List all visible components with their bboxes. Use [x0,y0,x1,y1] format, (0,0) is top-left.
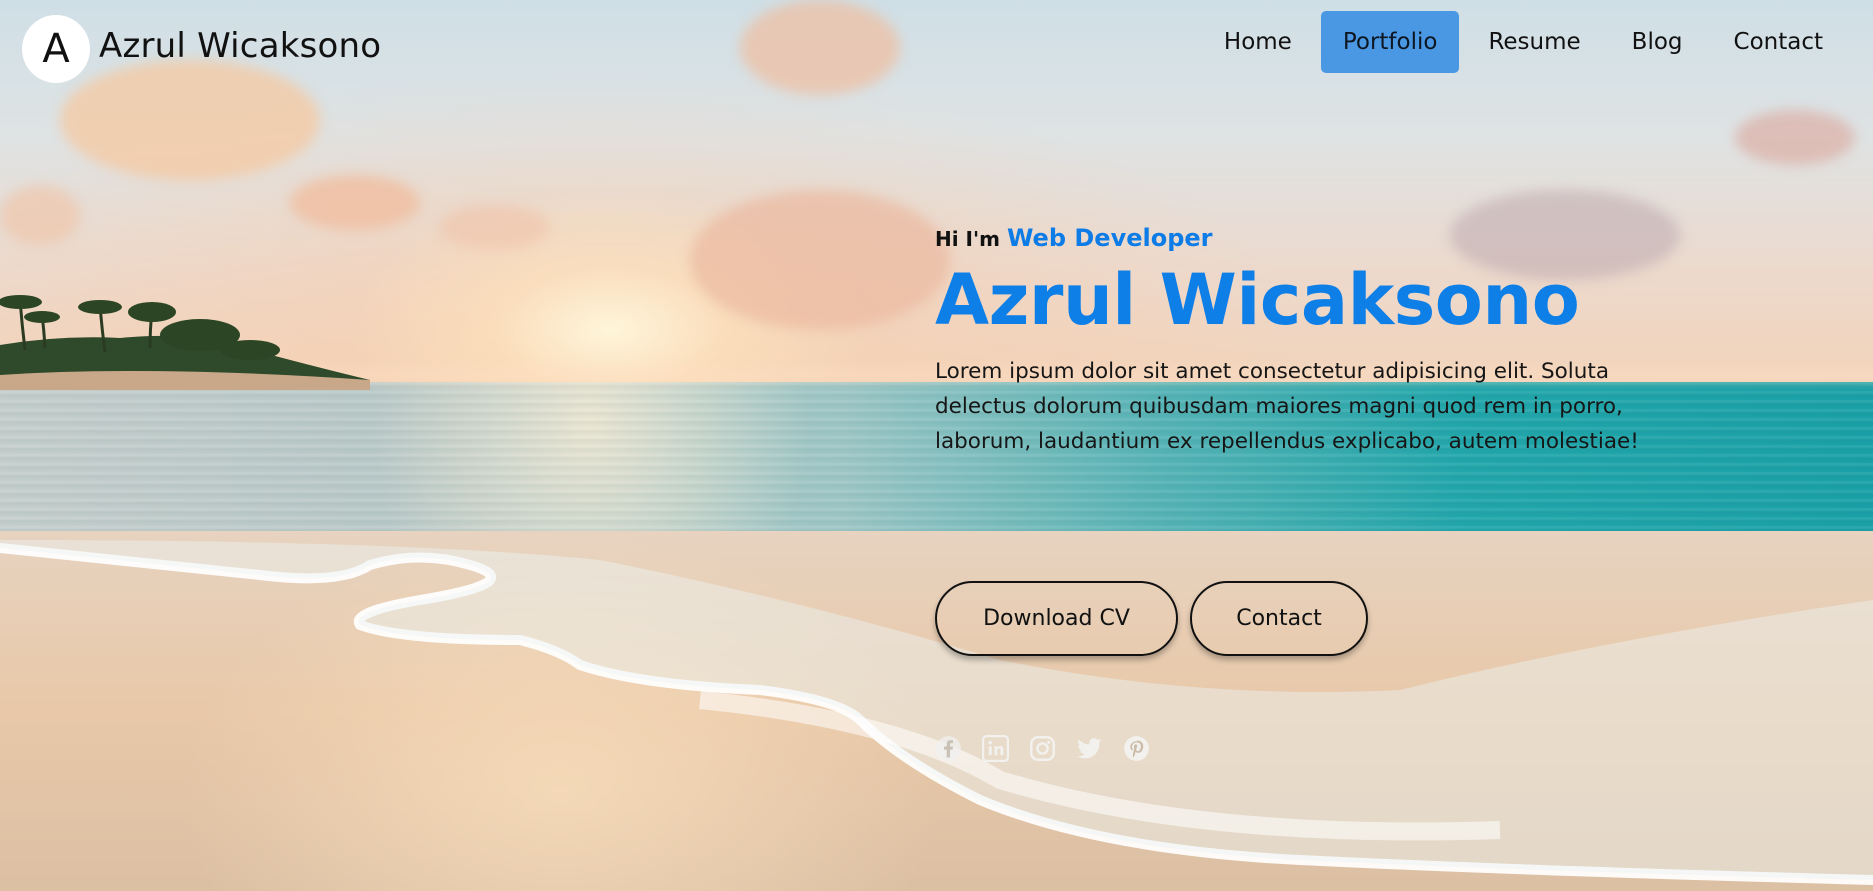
twitter-icon[interactable] [1076,735,1103,762]
top-navbar: A Azrul Wicaksono Home Portfolio Resume … [0,0,1873,88]
hero-description: Lorem ipsum dolor sit amet consectetur a… [935,359,1639,454]
hero-greeting: Hi I'm Web Developer [935,224,1695,252]
role-text: Web Developer [1006,224,1213,252]
instagram-icon[interactable] [1029,735,1056,762]
contact-button[interactable]: Contact [1190,581,1368,656]
logo-letter: A [42,26,70,72]
site-brand-name[interactable]: Azrul Wicaksono [99,26,381,66]
facebook-icon[interactable] [935,735,962,762]
logo-avatar[interactable]: A [22,15,90,83]
nav-link-contact[interactable]: Contact [1712,11,1845,73]
nav-link-blog[interactable]: Blog [1610,11,1705,73]
hero-buttons: Download CV Contact [935,581,1368,656]
social-links [935,735,1150,762]
nav-link-portfolio[interactable]: Portfolio [1320,11,1460,73]
greeting-text: Hi I'm [935,227,1000,251]
download-cv-button[interactable]: Download CV [935,581,1178,656]
hero-section: Hi I'm Web Developer Azrul Wicaksono Lor… [935,224,1695,459]
pinterest-icon[interactable] [1123,735,1150,762]
nav-link-resume[interactable]: Resume [1466,11,1602,73]
nav-link-home[interactable]: Home [1202,11,1314,73]
main-menu: Home Portfolio Resume Blog Contact [1195,11,1845,73]
hero-name: Azrul Wicaksono [935,259,1580,341]
linkedin-icon[interactable] [982,735,1009,762]
